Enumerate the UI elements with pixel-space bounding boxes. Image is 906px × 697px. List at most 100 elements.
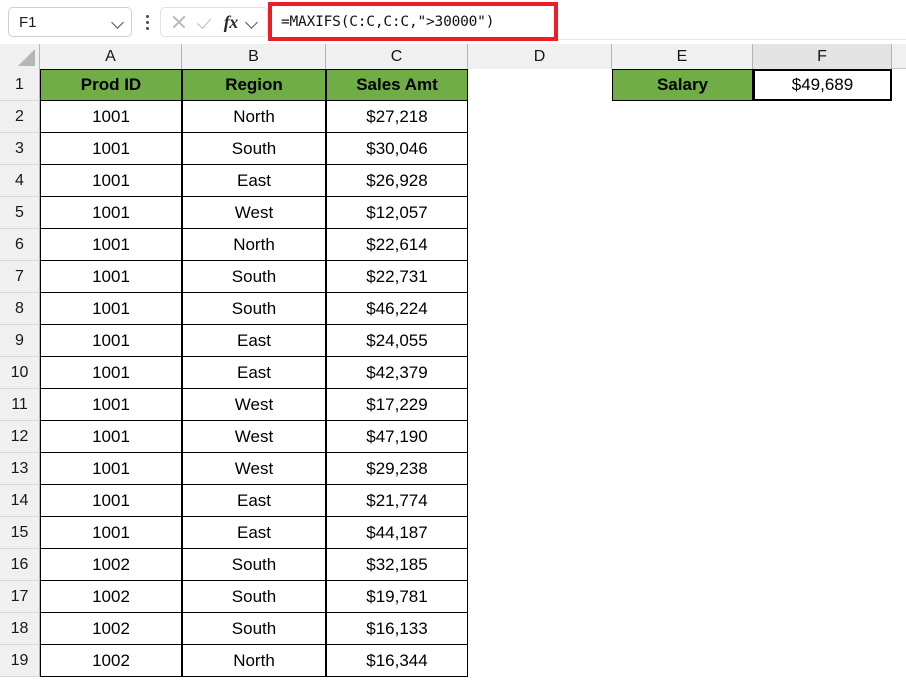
column-header-f[interactable]: F — [753, 44, 892, 69]
cell-region[interactable]: North — [182, 645, 326, 677]
cell-sales-amt[interactable]: $19,781 — [326, 581, 468, 613]
cell-sales-amt[interactable]: $22,614 — [326, 229, 468, 261]
cell-region[interactable]: North — [182, 229, 326, 261]
row-header-9[interactable]: 9 — [0, 325, 40, 357]
cell-prod-id[interactable]: 1001 — [40, 261, 182, 293]
cell-sales-amt[interactable]: $21,774 — [326, 485, 468, 517]
cell-region[interactable]: West — [182, 197, 326, 229]
cell-prod-id[interactable]: 1002 — [40, 549, 182, 581]
cell-sales-amt[interactable]: $42,379 — [326, 357, 468, 389]
select-all-triangle-icon — [18, 49, 35, 66]
column-header-c[interactable]: C — [326, 44, 468, 69]
cell-region[interactable]: North — [182, 101, 326, 133]
row-header-16[interactable]: 16 — [0, 549, 40, 581]
name-box[interactable]: F1 — [8, 7, 132, 37]
cell-prod-id[interactable]: 1002 — [40, 581, 182, 613]
cell-region[interactable]: West — [182, 421, 326, 453]
row-header-4[interactable]: 4 — [0, 165, 40, 197]
cell-prod-id[interactable]: 1001 — [40, 101, 182, 133]
cell-sales-amt[interactable]: $16,133 — [326, 613, 468, 645]
row-header-19[interactable]: 19 — [0, 645, 40, 677]
cell-sales-amt[interactable]: $44,187 — [326, 517, 468, 549]
row-header-8[interactable]: 8 — [0, 293, 40, 325]
cell-sales-amt[interactable]: $12,057 — [326, 197, 468, 229]
cell-sales-amt[interactable]: $24,055 — [326, 325, 468, 357]
column-header-b[interactable]: B — [182, 44, 326, 69]
cell-prod-id[interactable]: 1001 — [40, 453, 182, 485]
header-cell-region[interactable]: Region — [182, 69, 326, 101]
row-header-17[interactable]: 17 — [0, 581, 40, 613]
kebab-dot — [145, 14, 149, 18]
cell-region[interactable]: East — [182, 357, 326, 389]
cell-region[interactable]: South — [182, 613, 326, 645]
column-header-row: ABCDEF — [0, 44, 906, 69]
cell-prod-id[interactable]: 1001 — [40, 325, 182, 357]
row-header-10[interactable]: 10 — [0, 357, 40, 389]
row-header-6[interactable]: 6 — [0, 229, 40, 261]
cell-sales-amt[interactable]: $47,190 — [326, 421, 468, 453]
cell-prod-id[interactable]: 1001 — [40, 357, 182, 389]
cell-prod-id[interactable]: 1002 — [40, 613, 182, 645]
cell-region[interactable]: South — [182, 133, 326, 165]
cell-region[interactable]: East — [182, 325, 326, 357]
cancel-icon[interactable] — [169, 12, 189, 32]
cell-region[interactable]: East — [182, 517, 326, 549]
cell-region[interactable]: South — [182, 581, 326, 613]
cell-prod-id[interactable]: 1001 — [40, 165, 182, 197]
formula-actions-group: fx — [160, 7, 268, 37]
cell-region[interactable]: South — [182, 293, 326, 325]
fx-icon[interactable]: fx — [224, 13, 239, 31]
cell-sales-amt[interactable]: $32,185 — [326, 549, 468, 581]
cell-sales-amt[interactable]: $27,218 — [326, 101, 468, 133]
row-header-12[interactable]: 12 — [0, 421, 40, 453]
cell-sales-amt[interactable]: $26,928 — [326, 165, 468, 197]
cell-prod-id[interactable]: 1001 — [40, 421, 182, 453]
formula-input[interactable]: =MAXIFS(C:C,C:C,">30000") — [272, 6, 554, 37]
confirm-icon[interactable] — [196, 12, 216, 32]
spreadsheet-grid[interactable]: 1 2 3 4 5 6 7 8 9 10 11 12 13 14 15 16 17 18 19 Prod ID Regi… — [0, 69, 906, 697]
cell-prod-id[interactable]: 1001 — [40, 197, 182, 229]
column-header-e[interactable]: E — [612, 44, 753, 69]
cell-prod-id[interactable]: 1001 — [40, 229, 182, 261]
select-all-button[interactable] — [0, 44, 40, 69]
cell-sales-amt[interactable]: $29,238 — [326, 453, 468, 485]
row-header-14[interactable]: 14 — [0, 485, 40, 517]
row-header-18[interactable]: 18 — [0, 613, 40, 645]
cell-region[interactable]: West — [182, 389, 326, 421]
cell-prod-id[interactable]: 1002 — [40, 645, 182, 677]
cell-prod-id[interactable]: 1001 — [40, 389, 182, 421]
cell-sales-amt[interactable]: $30,046 — [326, 133, 468, 165]
column-header-d[interactable]: D — [468, 44, 612, 69]
cell-sales-amt[interactable]: $22,731 — [326, 261, 468, 293]
chevron-down-icon[interactable] — [245, 15, 259, 29]
cell-prod-id[interactable]: 1001 — [40, 293, 182, 325]
row-header-15[interactable]: 15 — [0, 517, 40, 549]
row-header-3[interactable]: 3 — [0, 133, 40, 165]
cell-region[interactable]: East — [182, 165, 326, 197]
cell-sales-amt[interactable]: $16,344 — [326, 645, 468, 677]
cell-prod-id[interactable]: 1001 — [40, 517, 182, 549]
cell-region[interactable]: East — [182, 485, 326, 517]
row-header-5[interactable]: 5 — [0, 197, 40, 229]
row-header-1[interactable]: 1 — [0, 69, 40, 101]
cell-sales-amt[interactable]: $46,224 — [326, 293, 468, 325]
name-box-value: F1 — [19, 13, 37, 31]
cell-prod-id[interactable]: 1001 — [40, 485, 182, 517]
result-cell-f1[interactable]: $49,689 — [753, 69, 892, 101]
cell-region[interactable]: West — [182, 453, 326, 485]
column-header-a[interactable]: A — [40, 44, 182, 69]
cell-sales-amt[interactable]: $17,229 — [326, 389, 468, 421]
cell-region[interactable]: South — [182, 549, 326, 581]
chevron-down-icon[interactable] — [111, 15, 125, 29]
cell-prod-id[interactable]: 1001 — [40, 133, 182, 165]
cell-region[interactable]: South — [182, 261, 326, 293]
row-header-2[interactable]: 2 — [0, 101, 40, 133]
formula-bar-remainder — [558, 2, 906, 40]
row-header-11[interactable]: 11 — [0, 389, 40, 421]
row-header-7[interactable]: 7 — [0, 261, 40, 293]
header-cell-prod-id[interactable]: Prod ID — [40, 69, 182, 101]
header-cell-salary[interactable]: Salary — [612, 69, 753, 101]
row-header-13[interactable]: 13 — [0, 453, 40, 485]
kebab-menu-icon[interactable] — [138, 7, 156, 37]
header-cell-sales-amt[interactable]: Sales Amt — [326, 69, 468, 101]
